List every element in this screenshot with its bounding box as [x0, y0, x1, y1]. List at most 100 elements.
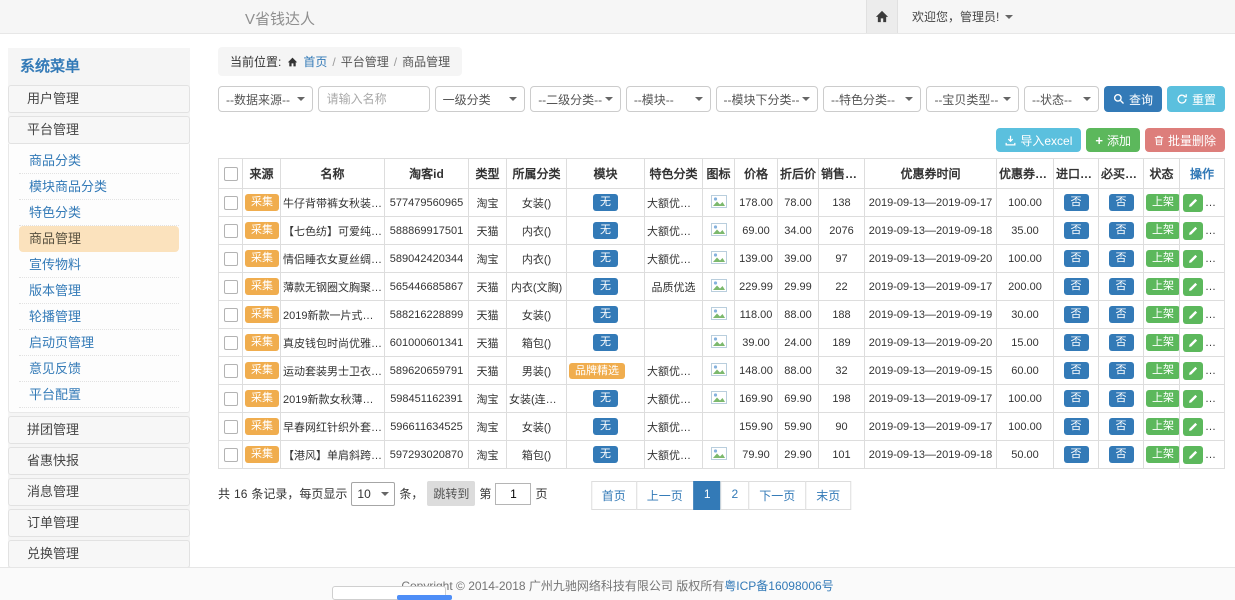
must-buy-badge[interactable]: 否: [1109, 278, 1134, 295]
sidebar-subitem-4[interactable]: 宣传物料: [19, 252, 179, 278]
edit-button[interactable]: [1183, 194, 1203, 212]
filter-select-item-type[interactable]: --宝贝类型--: [926, 86, 1019, 112]
must-buy-badge[interactable]: 否: [1109, 306, 1134, 323]
imported-badge[interactable]: 否: [1064, 362, 1089, 379]
must-buy-badge[interactable]: 否: [1109, 194, 1134, 211]
filter-select-status[interactable]: --状态--: [1024, 86, 1099, 112]
filter-select-level1-category[interactable]: 一级分类: [435, 86, 526, 112]
sidebar-subitem-1[interactable]: 模块商品分类: [19, 174, 179, 200]
edit-button[interactable]: [1183, 334, 1203, 352]
home-button[interactable]: [866, 0, 898, 33]
add-button[interactable]: + 添加: [1086, 128, 1140, 152]
edit-button[interactable]: [1183, 306, 1203, 324]
batch-delete-button[interactable]: 批量删除: [1145, 128, 1225, 152]
sidebar-item-6[interactable]: 兑换管理: [8, 540, 190, 567]
row-checkbox[interactable]: [224, 280, 238, 294]
breadcrumb-home-link[interactable]: 首页: [303, 53, 327, 70]
page-size-select[interactable]: 10: [351, 482, 395, 506]
status-badge[interactable]: 上架: [1146, 418, 1180, 435]
must-buy-badge[interactable]: 否: [1109, 418, 1134, 435]
imported-badge[interactable]: 否: [1064, 250, 1089, 267]
cell-source: 采集: [243, 273, 281, 301]
status-badge[interactable]: 上架: [1146, 194, 1180, 211]
must-buy-badge[interactable]: 否: [1109, 250, 1134, 267]
row-checkbox[interactable]: [224, 252, 238, 266]
row-checkbox[interactable]: [224, 224, 238, 238]
row-checkbox[interactable]: [224, 392, 238, 406]
user-menu[interactable]: 欢迎您，管理员!: [912, 8, 1013, 25]
imported-badge[interactable]: 否: [1064, 390, 1089, 407]
sidebar-item-3[interactable]: 省惠快报: [8, 447, 190, 475]
edit-button[interactable]: [1183, 390, 1203, 408]
imported-badge[interactable]: 否: [1064, 194, 1089, 211]
sidebar-item-0[interactable]: 用户管理: [8, 85, 190, 113]
status-badge[interactable]: 上架: [1146, 446, 1180, 463]
sidebar-subitem-7[interactable]: 启动页管理: [19, 330, 179, 356]
imported-badge[interactable]: 否: [1064, 334, 1089, 351]
sidebar-item-1[interactable]: 平台管理: [8, 116, 190, 144]
icp-link[interactable]: 粤ICP备16098006号: [724, 579, 833, 593]
must-buy-badge[interactable]: 否: [1109, 390, 1134, 407]
jump-page-input[interactable]: [495, 483, 531, 505]
cell-coupon-amount: 100.00: [997, 413, 1054, 441]
sidebar-subitem-0[interactable]: 商品分类: [19, 148, 179, 174]
edit-button[interactable]: [1183, 362, 1203, 380]
edit-button[interactable]: [1183, 418, 1203, 436]
row-checkbox[interactable]: [224, 420, 238, 434]
sidebar-subitem-8[interactable]: 意见反馈: [19, 356, 179, 382]
must-buy-badge[interactable]: 否: [1109, 222, 1134, 239]
pager-item-5[interactable]: 末页: [805, 481, 851, 510]
edit-button[interactable]: [1183, 222, 1203, 240]
reset-button[interactable]: 重置: [1167, 86, 1225, 112]
imported-badge[interactable]: 否: [1064, 418, 1089, 435]
imported-badge[interactable]: 否: [1064, 222, 1089, 239]
cell-status: 上架: [1144, 273, 1180, 301]
filter-select-level2-category[interactable]: --二级分类--: [530, 86, 621, 112]
row-checkbox[interactable]: [224, 308, 238, 322]
sidebar-item-2[interactable]: 拼团管理: [8, 416, 190, 444]
sidebar-subitem-9[interactable]: 平台配置: [19, 382, 179, 408]
select-all-checkbox[interactable]: [224, 167, 238, 181]
row-checkbox[interactable]: [224, 448, 238, 462]
imported-badge[interactable]: 否: [1064, 446, 1089, 463]
sidebar-item-4[interactable]: 消息管理: [8, 478, 190, 506]
status-badge[interactable]: 上架: [1146, 250, 1180, 267]
name-search-input[interactable]: [318, 86, 430, 112]
edit-button[interactable]: [1183, 250, 1203, 268]
sidebar-subitem-3[interactable]: 商品管理: [19, 226, 179, 252]
imported-badge[interactable]: 否: [1064, 306, 1089, 323]
row-checkbox[interactable]: [224, 336, 238, 350]
sidebar-subitem-2[interactable]: 特色分类: [19, 200, 179, 226]
pager-item-3[interactable]: 2: [721, 481, 750, 510]
sidebar-item-5[interactable]: 订单管理: [8, 509, 190, 537]
status-badge[interactable]: 上架: [1146, 278, 1180, 295]
status-badge[interactable]: 上架: [1146, 390, 1180, 407]
filter-select-feature-category[interactable]: --特色分类--: [823, 86, 921, 112]
pager-item-0[interactable]: 首页: [591, 481, 637, 510]
status-badge[interactable]: 上架: [1146, 306, 1180, 323]
status-badge[interactable]: 上架: [1146, 334, 1180, 351]
jump-button[interactable]: 跳转到: [427, 481, 475, 506]
sidebar-subitem-5[interactable]: 版本管理: [19, 278, 179, 304]
edit-button[interactable]: [1183, 278, 1203, 296]
cell-type: 天猫: [469, 357, 507, 385]
search-button[interactable]: 查询: [1104, 86, 1162, 112]
filter-select-data-source[interactable]: --数据来源--: [218, 86, 313, 112]
status-badge[interactable]: 上架: [1146, 222, 1180, 239]
row-checkbox[interactable]: [224, 196, 238, 210]
cell-imported: 否: [1054, 301, 1099, 329]
must-buy-badge[interactable]: 否: [1109, 362, 1134, 379]
pager-item-2[interactable]: 1: [693, 481, 722, 510]
imported-badge[interactable]: 否: [1064, 278, 1089, 295]
status-badge[interactable]: 上架: [1146, 362, 1180, 379]
pager-item-4[interactable]: 下一页: [748, 481, 806, 510]
edit-button[interactable]: [1183, 446, 1203, 464]
must-buy-badge[interactable]: 否: [1109, 446, 1134, 463]
row-checkbox[interactable]: [224, 364, 238, 378]
filter-select-module-sub-category[interactable]: --模块下分类--: [716, 86, 818, 112]
pager-item-1[interactable]: 上一页: [636, 481, 694, 510]
must-buy-badge[interactable]: 否: [1109, 334, 1134, 351]
import-excel-button[interactable]: 导入excel: [996, 128, 1081, 152]
filter-select-module[interactable]: --模块--: [626, 86, 711, 112]
sidebar-subitem-6[interactable]: 轮播管理: [19, 304, 179, 330]
